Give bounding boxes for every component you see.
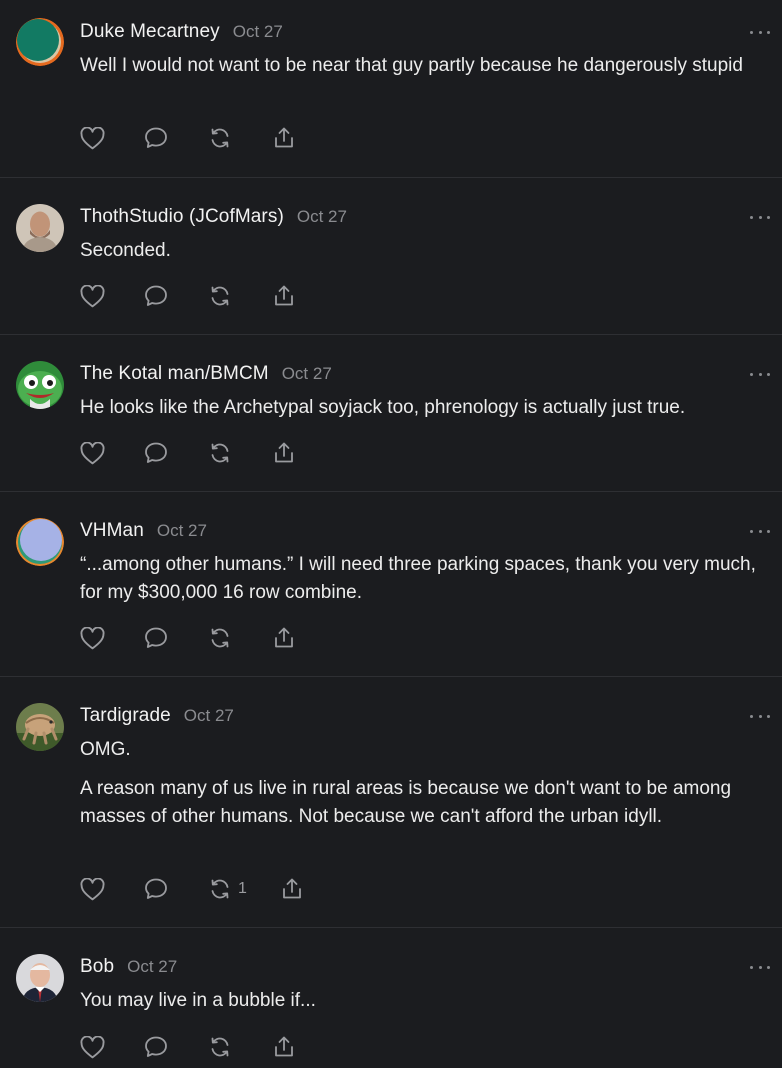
share-button[interactable] bbox=[272, 1035, 296, 1059]
share-icon bbox=[283, 878, 301, 899]
restack-icon bbox=[211, 628, 229, 648]
restack-button[interactable] bbox=[208, 284, 272, 308]
reply-button[interactable] bbox=[144, 441, 208, 465]
comment-item: VHMan Oct 27 “...among other humans.” I … bbox=[0, 491, 782, 676]
comment-text: “...among other humans.” I will need thr… bbox=[80, 554, 756, 603]
comment-body: OMG. A reason many of us live in rural a… bbox=[80, 736, 760, 831]
comment-actions bbox=[80, 1034, 296, 1060]
comment-text: Seconded. bbox=[80, 240, 171, 261]
heart-icon bbox=[80, 126, 105, 149]
heart-icon bbox=[80, 626, 105, 649]
more-options-icon[interactable] bbox=[750, 211, 770, 223]
comment-text: Well I would not want to be near that gu… bbox=[80, 55, 743, 76]
comment-bubble-icon bbox=[145, 627, 167, 648]
comment-date[interactable]: Oct 27 bbox=[157, 521, 207, 541]
restack-icon bbox=[211, 286, 229, 306]
comment-bubble-icon bbox=[145, 878, 167, 899]
like-button[interactable] bbox=[80, 1035, 144, 1059]
more-options-icon[interactable] bbox=[750, 26, 770, 38]
share-icon bbox=[275, 285, 293, 306]
comment-date[interactable]: Oct 27 bbox=[297, 207, 347, 227]
share-button[interactable] bbox=[272, 126, 296, 150]
reply-button[interactable] bbox=[144, 626, 208, 650]
heart-icon bbox=[80, 877, 105, 900]
comment-author[interactable]: Duke Mecartney bbox=[80, 21, 220, 43]
restack-icon bbox=[211, 879, 229, 899]
like-button[interactable] bbox=[80, 626, 144, 650]
comment-actions bbox=[80, 125, 296, 151]
restack-button[interactable] bbox=[208, 441, 272, 465]
restack-button[interactable] bbox=[208, 626, 272, 650]
comment-date[interactable]: Oct 27 bbox=[282, 364, 332, 384]
share-button[interactable] bbox=[272, 626, 296, 650]
avatar[interactable] bbox=[16, 18, 64, 66]
reply-button[interactable] bbox=[144, 1035, 208, 1059]
comment-date[interactable]: Oct 27 bbox=[184, 706, 234, 726]
share-icon bbox=[275, 127, 293, 148]
restack-icon bbox=[211, 128, 229, 148]
comment-item: Duke Mecartney Oct 27 Well I would not w… bbox=[0, 0, 782, 177]
like-button[interactable] bbox=[80, 441, 144, 465]
avatar[interactable] bbox=[16, 703, 64, 751]
comment-bubble-icon bbox=[145, 1036, 167, 1057]
comment-item: The Kotal man/BMCM Oct 27 He looks like … bbox=[0, 334, 782, 491]
more-options-icon[interactable] bbox=[750, 961, 770, 973]
heart-icon bbox=[80, 441, 105, 464]
reply-button[interactable] bbox=[144, 284, 208, 308]
comment-body: You may live in a bubble if... bbox=[80, 987, 760, 1015]
reply-button[interactable] bbox=[144, 126, 208, 150]
share-button[interactable] bbox=[272, 284, 296, 308]
comment-body: Well I would not want to be near that gu… bbox=[80, 52, 760, 80]
restack-button[interactable] bbox=[208, 1035, 272, 1059]
share-icon bbox=[275, 627, 293, 648]
avatar[interactable] bbox=[16, 954, 64, 1002]
more-options-icon[interactable] bbox=[750, 368, 770, 380]
comment-date[interactable]: Oct 27 bbox=[127, 957, 177, 977]
comment-bubble-icon bbox=[145, 442, 167, 463]
restack-icon bbox=[211, 1037, 229, 1057]
like-button[interactable] bbox=[80, 284, 144, 308]
comment-text: He looks like the Archetypal soyjack too… bbox=[80, 397, 686, 418]
avatar[interactable] bbox=[16, 518, 64, 566]
heart-icon bbox=[80, 284, 105, 307]
comment-author[interactable]: Bob bbox=[80, 956, 114, 978]
comment-item: Bob Oct 27 You may live in a bubble if..… bbox=[0, 927, 782, 1068]
comment-actions bbox=[80, 625, 296, 651]
share-icon bbox=[275, 442, 293, 463]
restack-button[interactable] bbox=[208, 126, 272, 150]
comment-item: Tardigrade Oct 27 OMG. A reason many of … bbox=[0, 676, 782, 927]
comment-author[interactable]: The Kotal man/BMCM bbox=[80, 363, 269, 385]
comment-actions: 1 bbox=[80, 876, 304, 902]
comment-bubble-icon bbox=[145, 285, 167, 306]
comment-body: He looks like the Archetypal soyjack too… bbox=[80, 394, 760, 422]
avatar[interactable] bbox=[16, 361, 64, 409]
more-options-icon[interactable] bbox=[750, 525, 770, 537]
comment-author[interactable]: Tardigrade bbox=[80, 705, 171, 727]
comment-text: OMG. bbox=[80, 739, 131, 760]
restack-button[interactable]: 1 bbox=[208, 877, 280, 901]
comment-body: Seconded. bbox=[80, 237, 760, 265]
comment-text: You may live in a bubble if... bbox=[80, 990, 316, 1011]
comment-author[interactable]: VHMan bbox=[80, 520, 144, 542]
comment-bubble-icon bbox=[145, 127, 167, 148]
comment-date[interactable]: Oct 27 bbox=[233, 22, 283, 42]
comment-text: A reason many of us live in rural areas … bbox=[80, 778, 732, 827]
comment-author[interactable]: ThothStudio (JCofMars) bbox=[80, 206, 284, 228]
avatar[interactable] bbox=[16, 204, 64, 252]
more-options-icon[interactable] bbox=[750, 710, 770, 722]
share-button[interactable] bbox=[272, 441, 296, 465]
comment-item: ThothStudio (JCofMars) Oct 27 Seconded. bbox=[0, 177, 782, 334]
comment-feed: Duke Mecartney Oct 27 Well I would not w… bbox=[0, 0, 782, 1068]
comment-actions bbox=[80, 283, 296, 309]
heart-icon bbox=[80, 1035, 105, 1058]
reply-button[interactable] bbox=[144, 877, 208, 901]
like-button[interactable] bbox=[80, 126, 144, 150]
share-icon bbox=[275, 1036, 293, 1057]
restack-icon bbox=[211, 443, 229, 463]
restack-count: 1 bbox=[238, 880, 247, 897]
comment-body: “...among other humans.” I will need thr… bbox=[80, 551, 760, 607]
comment-actions bbox=[80, 440, 296, 466]
like-button[interactable] bbox=[80, 877, 144, 901]
share-button[interactable] bbox=[280, 877, 304, 901]
